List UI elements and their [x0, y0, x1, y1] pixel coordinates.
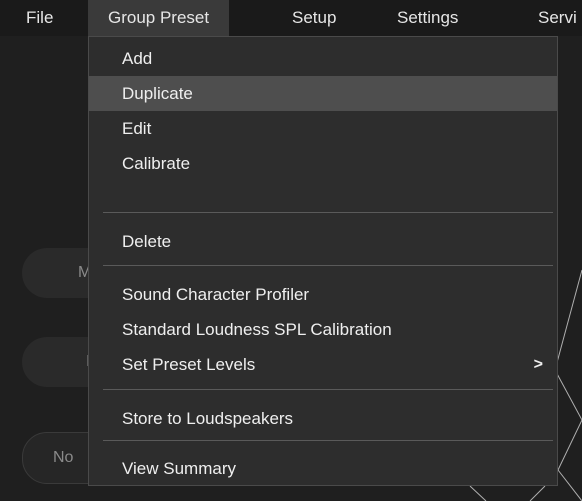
menu-item-set-preset-levels-label: Set Preset Levels [122, 355, 256, 374]
group-preset-dropdown: Add Duplicate Edit Calibrate Delete Soun… [88, 36, 558, 486]
menu-item-edit[interactable]: Edit [89, 111, 557, 146]
diagram-line [554, 369, 582, 421]
menu-group-preset[interactable]: Group Preset [88, 0, 230, 36]
diagram-line [529, 485, 546, 501]
menu-item-calibrate[interactable]: Calibrate [89, 146, 557, 181]
diagram-line [554, 269, 582, 371]
menubar: File Group Preset Setup Settings Servi [0, 0, 582, 36]
menu-setup[interactable]: Setup [292, 0, 336, 36]
menu-item-duplicate[interactable]: Duplicate [89, 76, 557, 111]
menu-separator [103, 265, 553, 266]
menu-item-delete[interactable]: Delete [89, 224, 557, 259]
menu-separator [103, 389, 553, 390]
app-window: M I No File Group Preset Setup Settings … [0, 0, 582, 501]
menu-item-store-to-loudspeakers[interactable]: Store to Loudspeakers [89, 401, 557, 436]
chevron-right-icon: > [533, 356, 543, 373]
menu-item-sound-character-profiler[interactable]: Sound Character Profiler [89, 277, 557, 312]
menu-separator [103, 440, 553, 441]
menu-item-set-preset-levels[interactable]: Set Preset Levels > [89, 347, 557, 382]
diagram-line [469, 485, 487, 501]
menu-file[interactable]: File [26, 0, 53, 36]
menu-item-view-summary[interactable]: View Summary [89, 451, 557, 486]
diagram-line [557, 469, 582, 501]
menu-service[interactable]: Servi [538, 0, 577, 36]
menu-separator [103, 212, 553, 213]
diagram-line [557, 419, 582, 471]
background-button-3-label: No [53, 449, 74, 466]
menu-settings[interactable]: Settings [397, 0, 458, 36]
menu-item-add[interactable]: Add [89, 41, 557, 76]
menu-item-standard-loudness-spl-calibration[interactable]: Standard Loudness SPL Calibration [89, 312, 557, 347]
